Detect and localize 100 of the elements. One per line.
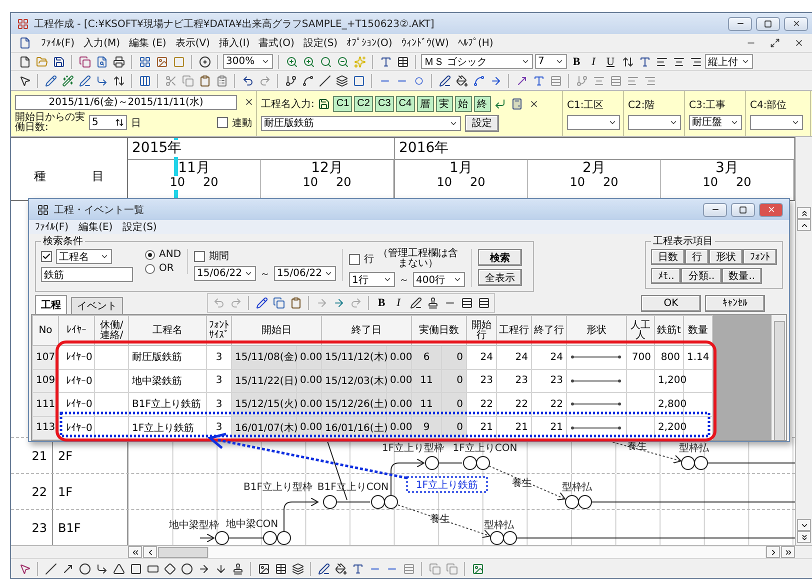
table-cell: 24 xyxy=(532,346,566,369)
process-label: 型枠払 xyxy=(562,482,592,493)
table-cell: 800 xyxy=(654,346,684,369)
process-name-select[interactable]: 耐圧版鉄筋 xyxy=(261,116,461,130)
category-button[interactable]: 層 xyxy=(416,96,434,112)
window-title: 工程作成 - [C:¥KSOFT¥現場ナビ工程¥DATA¥出来高グラフSAMPLE_+T150623②.AKT] xyxy=(34,18,436,30)
category-button[interactable]: C2 xyxy=(354,96,373,112)
category-button[interactable]: 始 xyxy=(454,96,472,112)
checkbox-label: 期間 xyxy=(209,250,230,263)
tab[interactable]: 工程 xyxy=(35,295,67,314)
field-select[interactable]: 工程名 xyxy=(56,249,112,264)
format-button[interactable]: B xyxy=(374,296,389,310)
radio-label: AND xyxy=(159,249,182,260)
category-button[interactable]: 実 xyxy=(436,96,453,112)
menu-item[interactable]: 書式(O) xyxy=(258,36,294,50)
category-button[interactable]: C4 xyxy=(396,96,415,112)
category-button[interactable]: C3 xyxy=(374,96,394,112)
font-select[interactable]: ＭＳ ゴシック xyxy=(421,54,533,69)
table-cell: 6 xyxy=(412,346,442,369)
menu-item[interactable]: 設定(S) xyxy=(122,220,157,234)
table-cell: 1,200 xyxy=(654,369,684,392)
cancel-button[interactable]: ｷｬﾝｾﾙ xyxy=(705,294,765,312)
heading-text: 目 xyxy=(92,168,104,184)
dialog-title: 工程・イベント一覧 xyxy=(54,204,145,216)
row-from-select[interactable]: 1行 xyxy=(349,272,396,287)
table-cell: 15/12/26(土) xyxy=(322,392,386,416)
table-cell: 15/11/12(木) xyxy=(322,346,386,369)
display-item-button[interactable]: 行 xyxy=(685,249,709,265)
menu-item[interactable]: 設定(S) xyxy=(303,36,338,50)
menu-item[interactable]: ﾌｧｲﾙ(F) xyxy=(35,221,69,233)
process-label: 地中梁CON xyxy=(226,519,278,530)
format-button[interactable]: I xyxy=(391,296,406,310)
display-option-button[interactable]: ﾒﾓ.. xyxy=(651,268,682,284)
menu-item[interactable]: ｳｨﾝﾄﾞｳ(W) xyxy=(401,37,449,49)
display-option-button[interactable]: 分類.. xyxy=(681,268,722,284)
text-style-button[interactable]: B xyxy=(569,54,584,69)
column-header[interactable]: No xyxy=(32,316,58,346)
checkbox-label: 連動 xyxy=(232,116,252,130)
table-cell: 3 xyxy=(206,369,232,392)
category-button[interactable]: 終 xyxy=(474,96,491,112)
menu-item[interactable]: ｵﾌﾟｼｮﾝ(O) xyxy=(346,37,392,49)
table-cell: 0 xyxy=(442,369,466,392)
font-size-select[interactable]: 7 xyxy=(535,54,567,69)
date-to-select[interactable]: 15/06/22 xyxy=(274,266,336,281)
date-range-field[interactable]: 2015/11/6(金)～2015/11/11(水) xyxy=(15,94,237,110)
heading-text: 種 xyxy=(34,168,46,184)
tab[interactable]: イベント xyxy=(71,297,123,314)
display-item-button[interactable]: 形状 xyxy=(709,249,743,265)
row-to-select[interactable]: 400行 xyxy=(413,272,466,287)
day-label: 10 xyxy=(170,176,185,190)
month-label: 1月 xyxy=(450,160,472,176)
table-cell: 23 xyxy=(496,369,532,392)
table-cell: 24 xyxy=(466,346,496,369)
table-cell: 15/11/08(金) xyxy=(232,346,296,369)
display-item-button[interactable]: 日数 xyxy=(651,249,685,265)
table-cell: B1F立上り鉄筋 xyxy=(128,392,206,416)
menu-item[interactable]: ﾍﾙﾌﾟ(H) xyxy=(458,37,494,49)
workdays-label: 開始日からの実働日数: xyxy=(15,112,85,132)
category-select[interactable]: 耐圧盤 xyxy=(689,114,742,130)
process-label: 養生 xyxy=(512,478,532,489)
menu-item[interactable]: 挿入(I) xyxy=(218,36,250,50)
menu-item[interactable]: 編集(E) xyxy=(78,220,113,234)
table-cell: 地中梁鉄筋 xyxy=(128,369,206,392)
display-item-button[interactable]: ﾌｫﾝﾄ xyxy=(743,249,777,265)
table-cell: 15/12/15(火) xyxy=(232,392,296,416)
menu-item[interactable]: 入力(M) xyxy=(84,36,120,50)
zoom-select[interactable]: 300% xyxy=(223,54,273,69)
checkbox-label: 行 xyxy=(364,253,374,266)
ok-button[interactable]: OK xyxy=(641,294,701,312)
date-from-select[interactable]: 15/06/22 xyxy=(194,266,256,281)
search-button[interactable]: 検索 xyxy=(478,249,522,266)
table-cell: 15/11/22(日) xyxy=(232,369,296,392)
table-cell: 0.00 xyxy=(296,346,322,369)
menu-item[interactable]: ﾌｧｲﾙ(F) xyxy=(41,37,75,49)
tilde-text: ～ xyxy=(260,268,270,280)
table-cell: 24 xyxy=(496,346,532,369)
process-label: 地中梁型枠 xyxy=(169,520,219,531)
text-position-select[interactable]: 縦上付 xyxy=(705,54,753,69)
table-cell: 3 xyxy=(206,346,232,369)
text-style-button[interactable]: U xyxy=(603,54,618,69)
show-all-button[interactable]: 全表示 xyxy=(478,269,522,286)
display-option-button[interactable]: 数量.. xyxy=(722,268,762,284)
tilde-text: ～ xyxy=(399,274,410,286)
keyword-field[interactable]: 鉄筋 xyxy=(41,267,133,282)
table-cell: 0.00 xyxy=(296,369,322,392)
table-cell: 0.00 xyxy=(386,346,412,369)
menu-item[interactable]: 表示(V) xyxy=(175,36,210,50)
table-cell: 0.00 xyxy=(386,369,412,392)
row-number: 22 xyxy=(11,474,53,509)
text-style-button[interactable]: I xyxy=(586,54,601,69)
set-button[interactable]: 設定 xyxy=(465,114,499,132)
dotted-process-label: 1F立上り鉄筋 xyxy=(406,476,488,493)
month-label: 3月 xyxy=(716,160,738,176)
process-label: B1F立上り型枠 xyxy=(244,482,312,493)
radio-label: OR xyxy=(159,263,174,274)
process-label: 型枠払 xyxy=(484,520,514,531)
process-label: 養生 xyxy=(430,514,450,525)
menu-item[interactable]: 編集 (E) xyxy=(129,36,166,50)
category-button[interactable]: C1 xyxy=(333,96,352,112)
workdays-spinner[interactable]: 5 xyxy=(89,115,127,130)
